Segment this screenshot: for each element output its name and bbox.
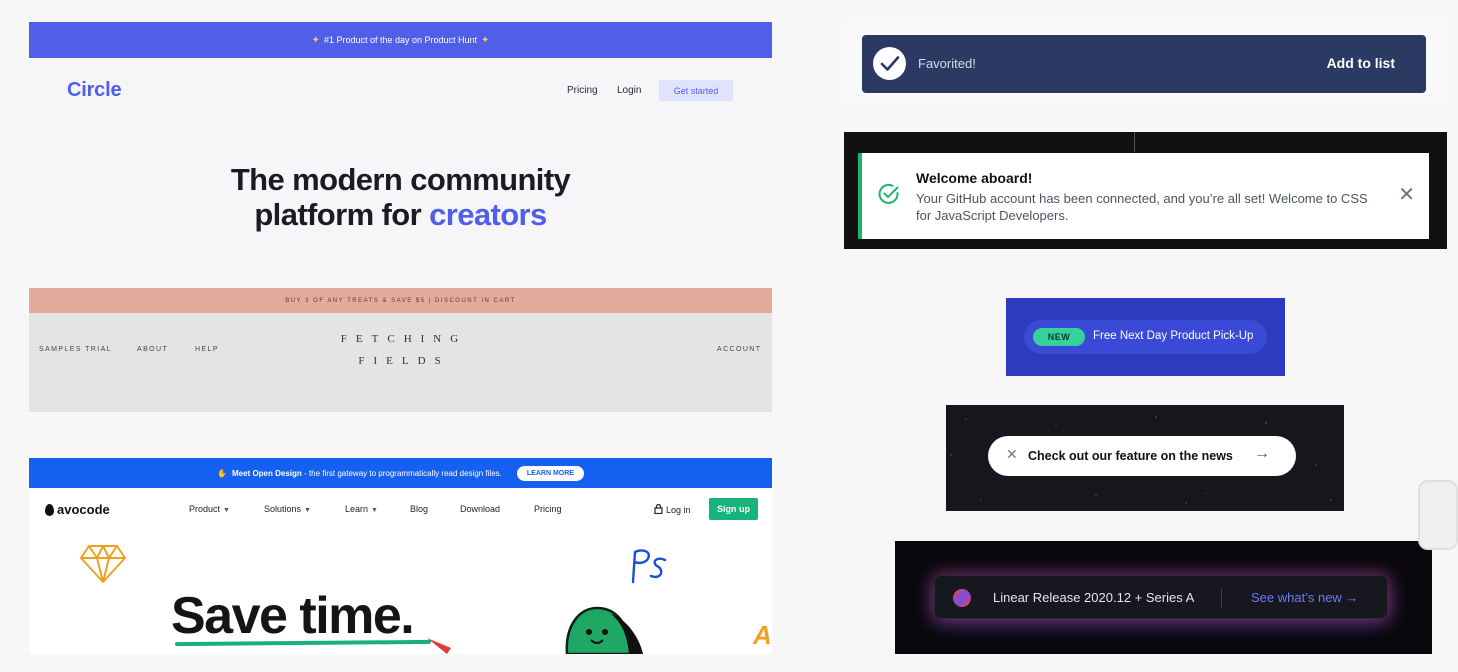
caret-down-icon: ▼	[304, 507, 311, 514]
login-label: Log in	[666, 505, 691, 515]
avocode-logo[interactable]: avocode	[45, 502, 110, 517]
sketch-diamond-icon	[80, 545, 126, 583]
hero-line-2: platform for creators	[29, 197, 772, 232]
brand-line-1: FETCHING	[340, 333, 468, 345]
party-popper-icon: ✦	[311, 34, 320, 46]
nav-product[interactable]: Product ▼	[189, 504, 230, 514]
nav-label: Solutions	[264, 504, 302, 514]
sign-up-button[interactable]: Sign up	[709, 498, 758, 520]
fetching-fields-logo[interactable]: FETCHING FIELDS	[329, 328, 479, 372]
release-text: Linear Release 2020.12 + Series A	[993, 590, 1195, 605]
photoshop-doodle-icon	[631, 549, 667, 584]
nav-download[interactable]: Download	[460, 504, 500, 514]
banner-text: #1 Product of the day on Product Hunt	[323, 35, 478, 45]
wave-icon: ✋	[217, 468, 227, 478]
topbar-rest: - the first gateway to programmatically …	[301, 468, 502, 478]
close-icon[interactable]: ✕	[1398, 185, 1415, 205]
party-popper-icon: ✦	[481, 34, 490, 46]
nav-solutions[interactable]: Solutions ▼	[264, 504, 311, 514]
nav-pricing[interactable]: Pricing	[534, 504, 562, 514]
linear-release-banner[interactable]: Linear Release 2020.12 + Series A See wh…	[934, 575, 1388, 619]
pencil-doodle-icon	[427, 638, 451, 654]
hero-heading: Save time.	[171, 587, 415, 645]
news-text: Check out our feature on the news	[1028, 449, 1233, 463]
nav-samples-trial[interactable]: SAMPLES TRIAL	[39, 346, 112, 353]
login-link[interactable]: Log in	[654, 503, 691, 515]
hero-accent-word: creators	[429, 197, 547, 232]
nav-learn[interactable]: Learn ▼	[345, 504, 378, 514]
circle-logo[interactable]: Circle	[67, 79, 122, 102]
divider	[1134, 132, 1135, 152]
hero-line-2-prefix: platform for	[254, 197, 430, 232]
arrow-right-icon: →	[1254, 445, 1270, 462]
topbar-text: Meet Open Design - the first gateway to …	[232, 469, 502, 478]
pickup-announcement-pill[interactable]: NEW Free Next Day Product Pick-Up	[1024, 320, 1267, 354]
favorited-toast: Favorited! Add to list	[862, 35, 1426, 93]
nav-blog[interactable]: Blog	[410, 504, 428, 514]
logo-text: avocode	[57, 502, 110, 517]
linear-orb-icon	[953, 589, 971, 607]
caret-down-icon: ▼	[223, 507, 230, 514]
nav-help[interactable]: HELP	[195, 346, 219, 353]
nav-pricing[interactable]: Pricing	[567, 85, 598, 96]
product-hunt-banner[interactable]: ✦ #1 Product of the day on Product Hunt …	[29, 22, 772, 58]
toast-message: Your GitHub account has been connected, …	[916, 191, 1368, 223]
divider	[1221, 588, 1222, 608]
topbar-lead: Meet Open Design	[232, 468, 302, 478]
github-success-toast: Welcome aboard! Your GitHub account has …	[858, 153, 1429, 239]
promo-bar: BUY 3 OF ANY TREATS & SAVE $5 | DISCOUNT…	[29, 288, 772, 313]
hero-line-1: The modern community	[230, 162, 571, 197]
offscreen-card-edge	[1418, 480, 1458, 550]
checkmark-icon	[873, 47, 906, 80]
nav-about[interactable]: ABOUT	[137, 346, 168, 353]
open-design-bar: ✋ Meet Open Design - the first gateway t…	[29, 458, 772, 488]
news-feature-pill[interactable]: ✕ Check out our feature on the news →	[988, 436, 1296, 476]
avocode-card: ✋ Meet Open Design - the first gateway t…	[29, 458, 772, 654]
pickup-text: Free Next Day Product Pick-Up	[1093, 330, 1254, 342]
new-badge: NEW	[1033, 328, 1085, 346]
toast-title: Welcome aboard!	[916, 170, 1033, 186]
close-icon[interactable]: ✕	[1006, 446, 1018, 463]
circle-card: ✦ #1 Product of the day on Product Hunt …	[29, 22, 772, 244]
nav-label: Product	[189, 504, 221, 514]
avocado-icon	[45, 503, 54, 516]
doodle-letter-icon: A	[753, 620, 772, 650]
learn-more-button[interactable]: LEARN MORE	[516, 465, 584, 481]
see-whats-new-link[interactable]: See what’s new →	[1251, 590, 1358, 605]
nav-label: Learn	[345, 504, 369, 514]
nav-login[interactable]: Login	[617, 85, 641, 96]
check-circle-icon	[878, 183, 899, 204]
get-started-button[interactable]: Get started	[659, 80, 733, 101]
hero-heading: The modern community platform for creato…	[29, 162, 772, 232]
favorited-message: Favorited!	[918, 56, 976, 71]
lock-icon	[654, 503, 663, 515]
add-to-list-button[interactable]: Add to list	[1327, 55, 1395, 71]
avocado-mascot-icon	[565, 606, 643, 654]
fetching-fields-card: BUY 3 OF ANY TREATS & SAVE $5 | DISCOUNT…	[29, 288, 772, 412]
caret-down-icon: ▼	[371, 507, 378, 514]
brand-line-2: FIELDS	[358, 355, 450, 367]
nav-account[interactable]: ACCOUNT	[717, 346, 761, 353]
